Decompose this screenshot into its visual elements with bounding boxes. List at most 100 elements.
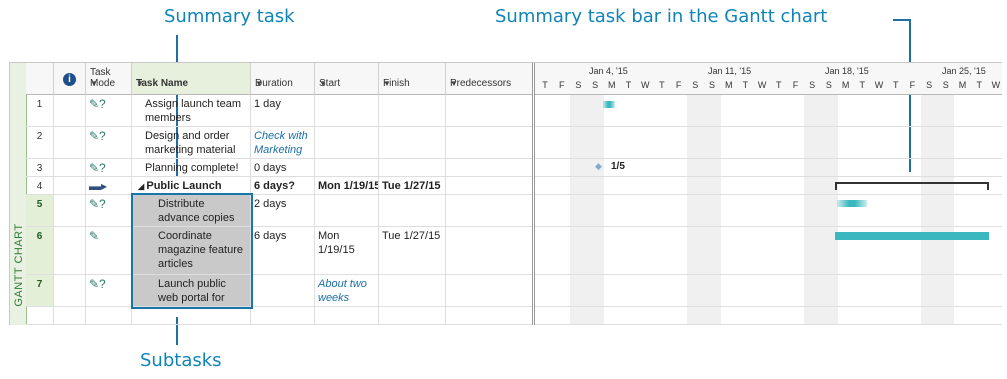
col-header-finish[interactable]: Finish ▼ [379, 63, 446, 95]
timescale-day-label: M [608, 80, 616, 90]
start-cell[interactable]: Mon 1/19/15 [315, 177, 379, 194]
timescale-day-label: S [942, 80, 949, 90]
duration-cell[interactable] [251, 275, 315, 306]
task-bar[interactable] [835, 232, 989, 240]
col-header-task-name[interactable]: Task Name ▼ [132, 63, 251, 95]
empty-cell [315, 307, 379, 324]
task-bar[interactable] [837, 200, 867, 207]
start-cell[interactable] [315, 195, 379, 226]
task-name-cell[interactable]: ◢ Public Launch Phase [132, 177, 251, 194]
table-row[interactable]: 3 ✎? Planning complete! 0 days [26, 159, 533, 177]
auto-schedule-pin-icon: ✎? [89, 129, 106, 143]
gantt-row [535, 127, 1002, 159]
timescale-week-label: Jan 18, '15 [825, 66, 869, 76]
start-dropdown-icon[interactable]: ▼ [319, 79, 374, 88]
predecessors-dropdown-icon[interactable]: ▼ [450, 79, 528, 88]
timescale-day-label: F [675, 80, 682, 90]
predecessors-cell[interactable] [446, 127, 533, 158]
task-name-cell[interactable]: Assign launch team members [132, 95, 251, 126]
predecessors-cell[interactable] [446, 95, 533, 126]
finish-cell[interactable] [379, 95, 446, 126]
task-mode-cell[interactable]: ✎ [86, 227, 132, 274]
duration-cell[interactable]: 2 days [251, 195, 315, 226]
start-cell[interactable] [315, 159, 379, 176]
col-header-duration[interactable]: Duration ▼ [251, 63, 315, 95]
duration-cell[interactable]: 6 days? [251, 177, 315, 194]
col-header-predecessors[interactable]: Predecessors ▼ [446, 63, 533, 95]
duration-cell[interactable]: 0 days [251, 159, 315, 176]
predecessors-cell[interactable] [446, 177, 533, 194]
table-row-summary[interactable]: 4 ▬▸ ◢ Public Launch Phase 6 days? Mon 1… [26, 177, 533, 195]
predecessors-cell[interactable] [446, 227, 533, 274]
duration-cell[interactable]: 1 day [251, 95, 315, 126]
table-row-subtask[interactable]: 5 ✎? Distribute advance copies 2 days [26, 195, 533, 227]
row-id: 2 [26, 127, 54, 158]
predecessors-cell[interactable] [446, 159, 533, 176]
finish-cell[interactable] [379, 195, 446, 226]
gantt-row [535, 195, 1002, 227]
row-id: 3 [26, 159, 54, 176]
col-header-info[interactable]: i [54, 63, 86, 95]
summary-task-bar[interactable] [835, 182, 989, 184]
task-mode-cell[interactable]: ✎? [86, 95, 132, 126]
duration-cell[interactable]: 6 days [251, 227, 315, 274]
finish-cell[interactable]: Tue 1/27/15 [379, 227, 446, 274]
task-sheet: GANTT CHART i Task Mode ▼ Task Name ▼ Du… [9, 62, 533, 325]
timescale-day-label: W [640, 80, 650, 90]
table-row-subtask[interactable]: 6 ✎ Coordinate magazine feature articles… [26, 227, 533, 275]
milestone-label: 1/5 [611, 161, 625, 172]
timescale-day-label: F [909, 80, 916, 90]
empty-cell [132, 307, 251, 324]
gantt-row [535, 307, 1002, 325]
finish-cell[interactable]: Tue 1/27/15 [379, 177, 446, 194]
auto-schedule-pin-icon: ✎? [89, 197, 106, 211]
timescale-week-label: Jan 4, '15 [589, 66, 628, 76]
table-row-subtask[interactable]: 7 ✎? Launch public web portal for About … [26, 275, 533, 307]
task-mode-cell[interactable]: ✎? [86, 127, 132, 158]
finish-cell[interactable] [379, 275, 446, 306]
view-bar[interactable]: GANTT CHART [10, 63, 27, 325]
gantt-row: ◆ 1/5 [535, 159, 1002, 177]
start-cell[interactable]: Mon 1/19/15 [315, 227, 379, 274]
timescale-day-label: T [859, 80, 866, 90]
predecessors-cell[interactable] [446, 195, 533, 226]
task-name-cell[interactable]: Design and order marketing material [132, 127, 251, 158]
finish-dropdown-icon[interactable]: ▼ [383, 79, 441, 88]
task-mode-cell[interactable]: ▬▸ [86, 177, 132, 194]
timescale-week-label: Jan 25, '15 [942, 66, 986, 76]
task-mode-cell[interactable]: ✎? [86, 159, 132, 176]
empty-cell [446, 307, 533, 324]
task-mode-cell[interactable]: ✎? [86, 275, 132, 306]
col-header-id[interactable] [26, 63, 54, 95]
timescale-day-label: T [542, 80, 548, 90]
table-row[interactable]: 1 ✎? Assign launch team members 1 day [26, 95, 533, 127]
table-row[interactable]: 2 ✎? Design and order marketing material… [26, 127, 533, 159]
duration-cell[interactable]: Check with Marketing [251, 127, 315, 158]
auto-schedule-pin-icon: ✎? [89, 161, 106, 175]
summary-bar-callout: Summary task bar in the Gantt chart [495, 6, 828, 27]
col-header-start[interactable]: Start ▼ [315, 63, 379, 95]
summary-bar-right-cap [987, 182, 989, 190]
timescale-day-label: M [841, 80, 850, 90]
task-name-cell[interactable]: Planning complete! [132, 159, 251, 176]
start-cell[interactable]: About two weeks [315, 275, 379, 306]
task-bar[interactable] [603, 101, 615, 108]
task-mode-cell[interactable]: ✎? [86, 195, 132, 226]
task-mode-dropdown-icon[interactable]: ▼ [90, 79, 127, 88]
finish-cell[interactable] [379, 127, 446, 158]
table-row-empty[interactable] [26, 307, 533, 325]
summary-task-name: Public Launch Phase [146, 180, 222, 192]
duration-dropdown-icon[interactable]: ▼ [255, 79, 310, 88]
summary-mode-icon: ▬▸ [89, 179, 108, 193]
start-cell[interactable] [315, 95, 379, 126]
start-cell[interactable] [315, 127, 379, 158]
task-name-dropdown-icon[interactable]: ▼ [136, 79, 246, 88]
timescale-day-label: T [742, 80, 749, 90]
gantt-chart[interactable]: Jan 4, '15 Jan 11, '15 Jan 18, '15 Jan 2… [532, 62, 1002, 325]
timescale[interactable]: Jan 4, '15 Jan 11, '15 Jan 18, '15 Jan 2… [535, 63, 1002, 95]
col-header-task-mode[interactable]: Task Mode ▼ [86, 63, 132, 95]
gantt-row [535, 177, 1002, 195]
finish-cell[interactable] [379, 159, 446, 176]
predecessors-cell[interactable] [446, 275, 533, 306]
milestone-diamond-icon[interactable]: ◆ [595, 162, 602, 172]
